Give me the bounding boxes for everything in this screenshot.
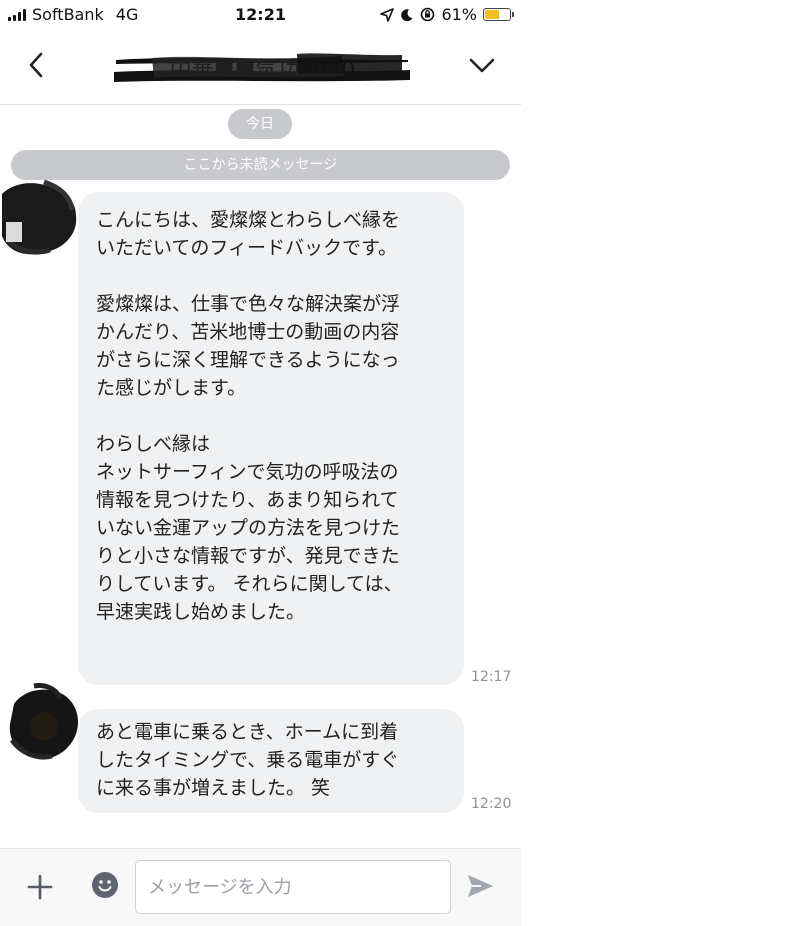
rotation-lock-icon	[421, 7, 435, 22]
battery-fill	[485, 10, 499, 19]
chat-screen: SoftBank 4G 12:21 61% 中華■■気功	[0, 0, 521, 926]
message-bubble[interactable]: あと電車に乗るとき、ホームに到着 したタイミングで、乗る電車がすぐ に来る事が増…	[78, 709, 464, 813]
message-input[interactable]	[135, 860, 451, 914]
battery-percent: 61%	[441, 5, 477, 24]
location-icon	[380, 7, 395, 22]
input-bar	[0, 848, 521, 926]
chat-header: 中華■■気功2020	[0, 30, 521, 105]
emoji-icon[interactable]	[91, 871, 119, 899]
send-icon[interactable]	[465, 871, 495, 901]
battery-icon	[483, 8, 514, 21]
dropdown-button[interactable]	[466, 50, 498, 80]
back-button[interactable]	[22, 48, 52, 82]
message-time: 12:17	[471, 669, 512, 685]
plus-icon[interactable]	[26, 873, 54, 901]
avatar[interactable]	[4, 682, 84, 762]
avatar[interactable]	[0, 176, 80, 256]
unread-separator: ここから未読メッセージ	[11, 150, 510, 180]
date-separator: 今日	[228, 109, 292, 139]
redaction-scribble	[114, 53, 410, 82]
status-right: 61%	[380, 5, 514, 24]
status-bar: SoftBank 4G 12:21 61%	[0, 0, 521, 30]
moon-icon	[401, 8, 413, 21]
message-time: 12:20	[471, 796, 512, 812]
message-bubble[interactable]: こんにちは、愛燦燦とわらしべ縁を いただいてのフィードバックです。 愛燦燦は、仕…	[78, 192, 464, 685]
